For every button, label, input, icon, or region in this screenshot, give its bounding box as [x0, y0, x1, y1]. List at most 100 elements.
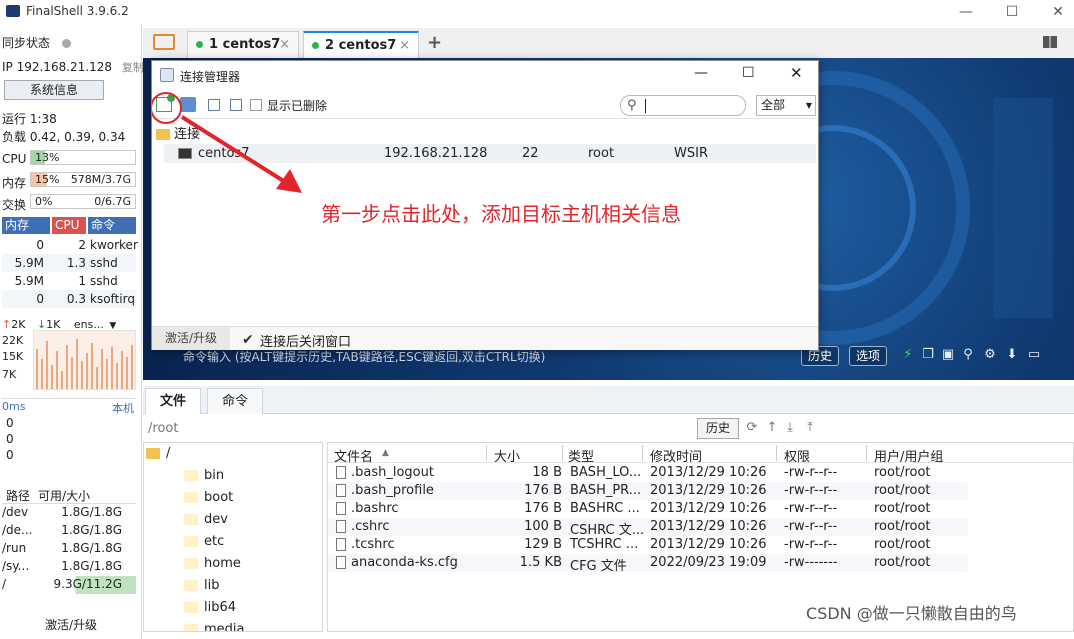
system-info-button[interactable]: 系统信息 [4, 80, 104, 100]
disk-row[interactable]: /dev 1.8G/1.8G [2, 504, 136, 522]
file-row[interactable]: .bashrc 176 B BASHRC ... 2013/12/29 10:2… [328, 500, 968, 518]
tree-item[interactable]: media [184, 622, 245, 631]
tab-files[interactable]: 文件 [145, 388, 202, 414]
download-icon[interactable]: ⤓ [783, 420, 797, 436]
tree-item[interactable]: dev [184, 512, 228, 527]
disk-row[interactable]: /run 1.8G/1.8G [2, 540, 136, 558]
folder-open-icon[interactable] [153, 34, 175, 50]
connection-folder[interactable]: 连接 [156, 123, 200, 142]
minimize-button[interactable]: — [954, 2, 978, 22]
close-button[interactable]: ✕ [1046, 2, 1070, 22]
tree-item[interactable]: home [184, 556, 241, 571]
lightning-icon[interactable]: ⚡ [901, 348, 915, 362]
file-owner: root/root [874, 501, 931, 516]
tab-session-2[interactable]: 2 centos7 × [303, 31, 419, 58]
cpu-bar: 13% [30, 150, 136, 165]
col-size[interactable]: 大小 [494, 446, 520, 465]
terminal-options-button[interactable]: 选项 [849, 346, 888, 366]
path-history-button[interactable]: 历史 [697, 418, 739, 439]
proc-mem: 0 [36, 238, 44, 252]
maximize-button[interactable]: ☐ [1000, 2, 1024, 22]
collapse-all-icon[interactable] [208, 99, 220, 111]
dialog-minimize-button[interactable]: — [694, 65, 708, 81]
current-path-input[interactable]: /root [148, 421, 178, 436]
proc-col-cpu[interactable]: CPU [52, 217, 86, 234]
window-icon[interactable]: ▭ [1027, 348, 1041, 362]
disk-row[interactable]: /de... 1.8G/1.8G [2, 522, 136, 540]
file-name: .bashrc [351, 501, 399, 516]
gear-icon[interactable]: ⚙ [983, 348, 997, 362]
dialog-upgrade-button[interactable]: 激活/升级 [152, 327, 230, 350]
proc-col-mem[interactable]: 内存 [2, 217, 50, 234]
tree-item[interactable]: etc [184, 534, 224, 549]
col-permissions[interactable]: 权限 [784, 446, 810, 465]
col-type[interactable]: 类型 [568, 446, 594, 465]
text-caret [645, 99, 646, 113]
app-logo-icon [6, 5, 20, 17]
add-tab-icon[interactable]: + [427, 32, 442, 53]
close-tab-icon[interactable]: × [399, 33, 410, 59]
proc-cpu: 2 [78, 238, 86, 252]
file-row[interactable]: anaconda-ks.cfg 1.5 KB CFG 文件 2022/09/23… [328, 554, 968, 574]
connection-search-input[interactable]: ⚲ [620, 95, 746, 116]
process-row[interactable]: 5.9M 1.3 sshd [2, 254, 136, 272]
disk-row[interactable]: /sy... 1.8G/1.8G [2, 558, 136, 576]
connection-filter-select[interactable]: 全部 ▼ [756, 95, 816, 116]
close-after-connect-label[interactable]: 连接后关闭窗口 [260, 331, 351, 350]
expand-all-icon[interactable] [230, 99, 242, 111]
process-row[interactable]: 5.9M 1 sshd [2, 272, 136, 290]
disk-col-size[interactable]: 可用/大小 [38, 487, 90, 504]
paste-icon[interactable]: ▣ [941, 348, 955, 362]
cpu-label: CPU [2, 152, 27, 166]
folder-icon [184, 602, 198, 613]
tree-item[interactable]: boot [184, 490, 233, 505]
col-filename[interactable]: 文件名 [334, 446, 373, 465]
file-row[interactable]: .cshrc 100 B CSHRC 文... 2013/12/29 10:26… [328, 518, 968, 538]
tree-item[interactable]: lib [184, 578, 219, 593]
process-row[interactable]: 0 0.3 ksoftirq [2, 290, 136, 308]
disk-row[interactable]: / 9.3G/11.2G [2, 576, 136, 594]
tab-session-1[interactable]: 1 centos7 × [187, 31, 299, 58]
new-folder-icon[interactable] [180, 97, 196, 112]
sort-asc-icon[interactable]: ▲ [382, 448, 389, 458]
disk-col-path[interactable]: 路径 [6, 487, 30, 504]
tab-commands[interactable]: 命令 [207, 388, 264, 414]
connection-row[interactable]: centos7 192.168.21.128 22 root WSIR [164, 144, 816, 163]
directory-tree: / bin boot dev etc home lib lib64 media [143, 442, 323, 632]
file-type: BASH_LO... [570, 465, 642, 480]
check-icon[interactable]: ✔ [242, 332, 254, 348]
disk-size: 1.8G/1.8G [61, 505, 122, 519]
tree-item-root[interactable]: / [146, 446, 170, 461]
command-input-hint[interactable]: 命令输入 (按ALT键提示历史,TAB键路径,ESC键返回,双击CTRL切换) [183, 348, 545, 365]
copy-ip-link[interactable]: 复制 [122, 61, 144, 74]
search-icon[interactable]: ⚲ [961, 348, 975, 362]
tree-item[interactable]: lib64 [184, 600, 236, 615]
grid-layout-icon[interactable] [1043, 36, 1057, 48]
close-tab-icon[interactable]: × [279, 32, 290, 58]
show-deleted-checkbox[interactable] [250, 99, 262, 111]
upgrade-link[interactable]: 激活/升级 [0, 611, 142, 639]
refresh-icon[interactable]: ⟳ [745, 420, 759, 436]
dialog-close-button[interactable]: ✕ [790, 64, 803, 82]
online-dot-icon [196, 41, 203, 48]
file-row[interactable]: .bash_profile 176 B BASH_PR... 2013/12/2… [328, 482, 968, 500]
copy-icon[interactable]: ❐ [921, 348, 935, 362]
tree-label: home [204, 556, 241, 571]
tree-label: boot [204, 490, 234, 505]
col-owner[interactable]: 用户/用户组 [874, 446, 943, 465]
tree-item[interactable]: bin [184, 468, 224, 483]
new-connection-icon[interactable] [156, 94, 175, 112]
file-row[interactable]: .bash_logout 18 B BASH_LO... 2013/12/29 … [328, 464, 968, 482]
up-directory-icon[interactable]: ↑ [765, 420, 779, 436]
col-mtime[interactable]: 修改时间 [650, 446, 702, 465]
proc-col-cmd[interactable]: 命令 [88, 217, 136, 234]
tree-label: etc [204, 534, 225, 549]
latency-host[interactable]: 本机 [112, 400, 134, 416]
upload-icon[interactable]: ⤒ [803, 420, 817, 436]
dialog-maximize-button[interactable]: ☐ [742, 65, 755, 81]
download-icon[interactable]: ⬇ [1005, 348, 1019, 362]
process-row[interactable]: 0 2 kworker [2, 236, 138, 254]
proc-cmd: sshd [90, 274, 118, 288]
connection-manager-dialog: 连接管理器 — ☐ ✕ 显示已删除 ⚲ 全部 ▼ 连接 centos7 192.1… [151, 60, 819, 350]
file-row[interactable]: .tcshrc 129 B TCSHRC ... 2013/12/29 10:2… [328, 536, 968, 554]
